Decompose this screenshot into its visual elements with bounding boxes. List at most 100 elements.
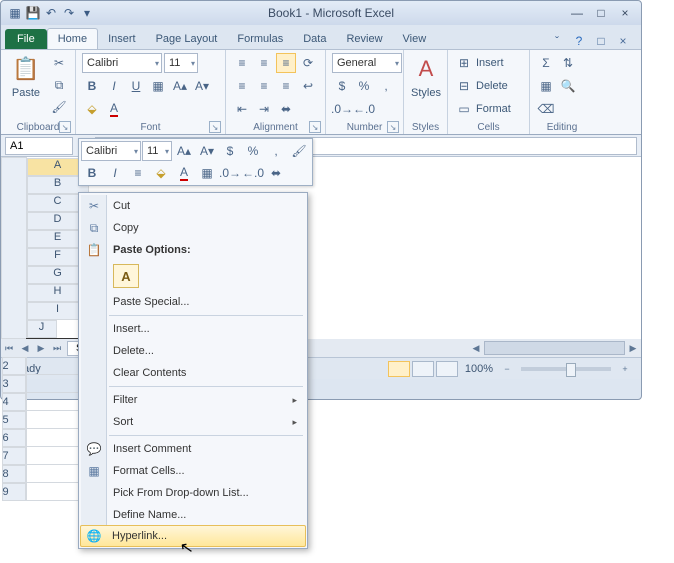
row-header[interactable]: 7 [2, 447, 26, 465]
mini-fill-color-icon[interactable]: ⬙ [150, 163, 172, 183]
zoom-out-icon[interactable]: − [499, 361, 515, 377]
inner-restore-icon[interactable]: □ [593, 33, 609, 49]
decrease-decimal-icon[interactable]: ←.0 [354, 99, 374, 119]
ctx-insert[interactable]: Insert... [81, 318, 305, 340]
col-header[interactable]: J [27, 320, 57, 338]
align-center-icon[interactable]: ≡ [254, 76, 274, 96]
close-button[interactable]: × [617, 6, 633, 20]
help-icon[interactable]: ? [571, 33, 587, 49]
ctx-pick-from-list[interactable]: Pick From Drop-down List... [81, 482, 305, 504]
paste-button[interactable]: 📋 Paste [7, 53, 45, 121]
ctx-sort[interactable]: Sort [81, 411, 305, 433]
ctx-filter[interactable]: Filter [81, 389, 305, 411]
grow-font-icon[interactable]: A▴ [170, 76, 190, 96]
comma-icon[interactable]: , [376, 76, 396, 96]
mini-font-color-icon[interactable]: A [173, 163, 195, 183]
ribbon-minimize-icon[interactable]: ˇ [549, 33, 565, 49]
mini-center-icon[interactable]: ≡ [127, 163, 149, 183]
align-top-icon[interactable]: ≡ [232, 53, 252, 73]
italic-button[interactable]: I [104, 76, 124, 96]
format-cells-icon[interactable]: ▭ [454, 99, 474, 119]
row-header[interactable]: 4 [2, 393, 26, 411]
qat-dropdown-icon[interactable]: ▾ [79, 5, 95, 21]
paste-option-keep-formatting[interactable]: A [113, 264, 139, 288]
row-header[interactable]: 6 [2, 429, 26, 447]
name-box[interactable]: A1 [5, 137, 73, 155]
mini-format-painter-icon[interactable]: 🖌 [288, 141, 310, 161]
decrease-indent-icon[interactable]: ⇤ [232, 99, 252, 119]
tab-home[interactable]: Home [47, 28, 98, 49]
zoom-in-icon[interactable]: + [617, 361, 633, 377]
sheet-nav-first-icon[interactable]: ⏮ [1, 340, 17, 356]
increase-decimal-icon[interactable]: .0→ [332, 99, 352, 119]
tab-review[interactable]: Review [336, 29, 392, 49]
view-pagelayout-icon[interactable] [412, 361, 434, 377]
clear-icon[interactable]: ⌫ [536, 99, 556, 119]
insert-cells-label[interactable]: Insert [476, 57, 504, 69]
fill-color-button[interactable]: ⬙ [82, 99, 102, 119]
inner-close-icon[interactable]: × [615, 33, 631, 49]
mini-inc-decimal-icon[interactable]: .0→ [219, 163, 241, 183]
hscroll-left-icon[interactable]: ◀ [468, 340, 484, 356]
tab-file[interactable]: File [5, 29, 47, 49]
mini-font-combo[interactable]: Calibri [81, 141, 141, 161]
redo-icon[interactable]: ↷ [61, 5, 77, 21]
border-button[interactable]: ▦ [148, 76, 168, 96]
font-name-combo[interactable]: Calibri [82, 53, 162, 73]
mini-shrink-font-icon[interactable]: A▾ [196, 141, 218, 161]
sheet-nav-last-icon[interactable]: ⏭ [49, 340, 65, 356]
view-normal-icon[interactable] [388, 361, 410, 377]
clipboard-launcher-icon[interactable]: ↘ [59, 121, 71, 133]
mini-comma-icon[interactable]: , [265, 141, 287, 161]
mini-grow-font-icon[interactable]: A▴ [173, 141, 195, 161]
ctx-define-name[interactable]: Define Name... [81, 504, 305, 526]
maximize-button[interactable]: □ [593, 6, 609, 20]
tab-pagelayout[interactable]: Page Layout [146, 29, 228, 49]
mini-bold-button[interactable]: B [81, 163, 103, 183]
sheet-nav-next-icon[interactable]: ▶ [33, 340, 49, 356]
ctx-hyperlink[interactable]: 🌐Hyperlink... [80, 525, 306, 547]
merge-center-icon[interactable]: ⬌ [276, 99, 296, 119]
tab-insert[interactable]: Insert [98, 29, 146, 49]
mini-size-combo[interactable]: 11 [142, 141, 172, 161]
zoom-level[interactable]: 100% [465, 363, 493, 375]
ctx-format-cells[interactable]: ▦Format Cells... [81, 460, 305, 482]
hscroll-right-icon[interactable]: ▶ [625, 340, 641, 356]
row-header[interactable]: 8 [2, 465, 26, 483]
hscroll-thumb[interactable] [484, 341, 625, 355]
minimize-button[interactable]: — [569, 6, 585, 20]
ctx-clear-contents[interactable]: Clear Contents [81, 362, 305, 384]
increase-indent-icon[interactable]: ⇥ [254, 99, 274, 119]
format-painter-icon[interactable]: 🖌 [49, 97, 69, 117]
percent-icon[interactable]: % [354, 76, 374, 96]
select-all-corner[interactable] [2, 158, 27, 339]
mini-border-icon[interactable]: ▦ [196, 163, 218, 183]
wrap-text-icon[interactable]: ↩ [298, 76, 318, 96]
number-launcher-icon[interactable]: ↘ [387, 121, 399, 133]
currency-icon[interactable]: $ [332, 76, 352, 96]
mini-currency-icon[interactable]: $ [219, 141, 241, 161]
sheet-nav-prev-icon[interactable]: ◀ [17, 340, 33, 356]
ctx-cut[interactable]: ✂Cut [81, 195, 305, 217]
row-header[interactable]: 2 [2, 357, 26, 375]
mini-percent-icon[interactable]: % [242, 141, 264, 161]
mini-italic-button[interactable]: I [104, 163, 126, 183]
styles-button[interactable]: A Styles [410, 53, 442, 121]
cut-icon[interactable]: ✂ [49, 53, 69, 73]
align-right-icon[interactable]: ≡ [276, 76, 296, 96]
sort-filter-icon[interactable]: ⇅ [558, 53, 578, 73]
orientation-icon[interactable]: ⟳ [298, 53, 318, 73]
delete-cells-icon[interactable]: ⊟ [454, 76, 474, 96]
find-select-icon[interactable]: 🔍 [558, 76, 578, 96]
font-color-button[interactable]: A [104, 99, 124, 119]
insert-cells-icon[interactable]: ⊞ [454, 53, 474, 73]
bold-button[interactable]: B [82, 76, 102, 96]
tab-view[interactable]: View [393, 29, 437, 49]
row-header[interactable]: 3 [2, 375, 26, 393]
shrink-font-icon[interactable]: A▾ [192, 76, 212, 96]
undo-icon[interactable]: ↶ [43, 5, 59, 21]
ctx-paste-special[interactable]: Paste Special... [81, 291, 305, 313]
mini-merge-icon[interactable]: ⬌ [265, 163, 287, 183]
underline-button[interactable]: U [126, 76, 146, 96]
align-bottom-icon[interactable]: ≡ [276, 53, 296, 73]
